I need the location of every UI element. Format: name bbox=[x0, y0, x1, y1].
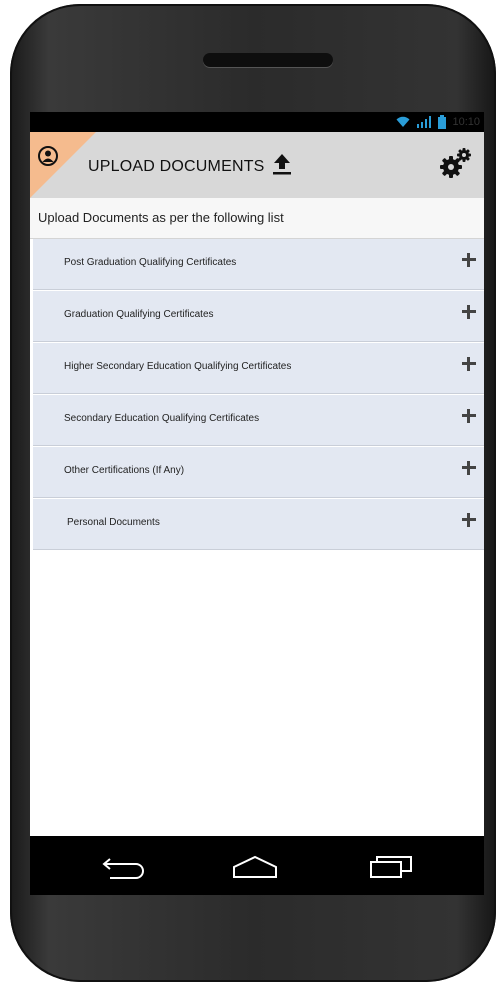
content-area: Upload Documents as per the following li… bbox=[30, 198, 484, 836]
navigation-bar bbox=[30, 838, 484, 895]
upload-icon[interactable] bbox=[271, 152, 293, 176]
list-item-secondary[interactable]: Secondary Education Qualifying Certifica… bbox=[33, 395, 484, 446]
instruction-text: Upload Documents as per the following li… bbox=[30, 198, 484, 239]
plus-icon[interactable] bbox=[462, 253, 476, 267]
recents-icon[interactable] bbox=[368, 853, 414, 879]
list-item-higher-secondary[interactable]: Higher Secondary Education Qualifying Ce… bbox=[33, 343, 484, 394]
battery-icon bbox=[438, 115, 447, 129]
list-item-post-graduation[interactable]: Post Graduation Qualifying Certificates bbox=[33, 239, 484, 290]
status-icons: 10:10 bbox=[396, 115, 480, 129]
gear-icon[interactable] bbox=[438, 146, 472, 180]
screen: 10:10 UPLOAD DOCUMENTS Upload Documents … bbox=[30, 112, 484, 895]
wifi-icon bbox=[396, 116, 410, 127]
list-item-graduation[interactable]: Graduation Qualifying Certificates bbox=[33, 291, 484, 342]
status-bar: 10:10 bbox=[30, 112, 484, 132]
list-item-label: Graduation Qualifying Certificates bbox=[64, 309, 214, 320]
plus-icon[interactable] bbox=[462, 409, 476, 423]
plus-icon[interactable] bbox=[462, 357, 476, 371]
list-item-label: Secondary Education Qualifying Certifica… bbox=[64, 413, 260, 424]
list-item-other-certifications[interactable]: Other Certifications (If Any) bbox=[33, 447, 484, 498]
app-bar: UPLOAD DOCUMENTS bbox=[30, 132, 484, 199]
list-item-label: Other Certifications (If Any) bbox=[64, 465, 185, 476]
list-item-label: Personal Documents bbox=[67, 517, 160, 528]
status-time: 10:10 bbox=[452, 116, 480, 128]
page-title: UPLOAD DOCUMENTS bbox=[88, 158, 265, 175]
speaker-grille bbox=[203, 53, 333, 67]
plus-icon[interactable] bbox=[462, 461, 476, 475]
back-icon[interactable] bbox=[100, 853, 146, 879]
avatar-icon[interactable] bbox=[38, 146, 58, 166]
plus-icon[interactable] bbox=[462, 513, 476, 527]
plus-icon[interactable] bbox=[462, 305, 476, 319]
list-item-label: Higher Secondary Education Qualifying Ce… bbox=[64, 361, 292, 372]
signal-icon bbox=[417, 116, 432, 128]
list-item-label: Post Graduation Qualifying Certificates bbox=[64, 257, 237, 268]
list-item-personal-documents[interactable]: Personal Documents bbox=[33, 499, 484, 550]
home-icon[interactable] bbox=[232, 853, 278, 879]
